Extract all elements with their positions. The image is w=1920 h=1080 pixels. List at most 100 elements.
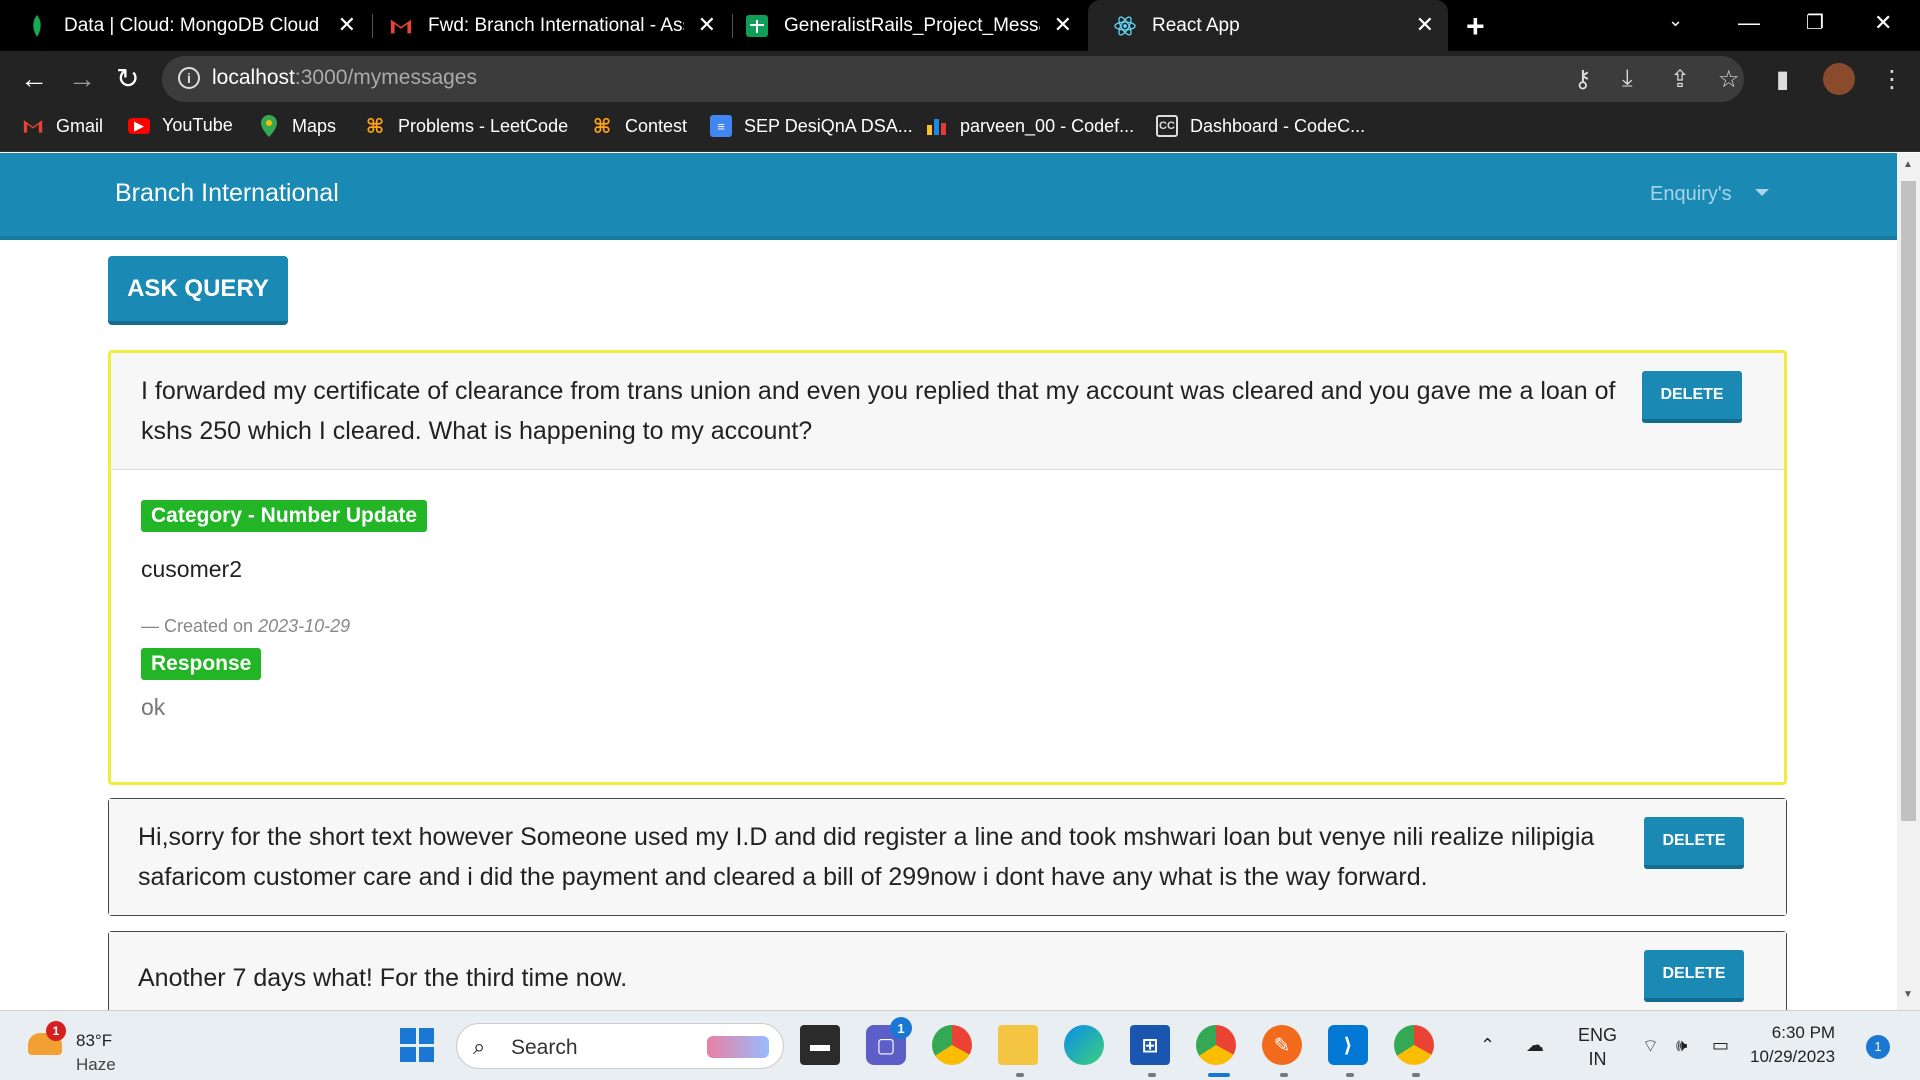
bookmark-label: YouTube <box>162 115 233 135</box>
bookmark-leetcode-problems[interactable]: ⌘ Problems - LeetCode <box>364 115 569 138</box>
search-highlight-icon <box>707 1036 769 1058</box>
bookmark-codeforces[interactable]: parveen_00 - Codef... <box>926 115 1134 137</box>
tab-gmail[interactable]: Fwd: Branch International - Assig ✕ <box>364 0 730 51</box>
tab-title: Fwd: Branch International - Assig <box>428 14 684 36</box>
tab-title: React App <box>1152 14 1240 36</box>
response-text: ok <box>141 694 166 720</box>
message-header: I forwarded my certificate of clearance … <box>111 353 1784 470</box>
address-bar[interactable]: i localhost:3000/mymessages <box>162 56 1744 102</box>
site-info-icon[interactable]: i <box>178 67 200 89</box>
bookmark-sep-desiqna[interactable]: ≡ SEP DesiQnA DSA... <box>710 115 913 137</box>
new-tab-button[interactable]: + <box>1466 8 1485 45</box>
battery-icon[interactable]: ▭ <box>1712 1035 1729 1056</box>
leetcode-icon: ⌘ <box>592 115 612 138</box>
brand-title[interactable]: Branch International <box>115 179 339 208</box>
tab-search-icon[interactable]: ⌄ <box>1668 10 1683 31</box>
bookmark-gmail[interactable]: Gmail <box>22 115 103 137</box>
response-badge: Response <box>141 648 262 680</box>
start-windows-icon[interactable] <box>400 1028 434 1062</box>
menu-kebab-icon[interactable]: ⋮ <box>1880 65 1904 94</box>
react-icon <box>1114 15 1136 37</box>
close-window-icon[interactable]: ✕ <box>1874 10 1892 36</box>
close-tab-icon[interactable]: ✕ <box>698 14 716 36</box>
page-scrollbar[interactable]: ▲ ▼ <box>1897 153 1920 1010</box>
bookmark-label: Gmail <box>56 115 104 136</box>
vscode-icon[interactable]: ⟩ <box>1328 1025 1368 1065</box>
edge-icon[interactable] <box>1064 1025 1104 1065</box>
maps-icon <box>258 115 280 137</box>
wifi-icon[interactable]: ⌔ <box>1642 1035 1659 1058</box>
clock-time: 6:30 PM <box>1771 1023 1836 1042</box>
system-clock[interactable]: 6:30 PM 10/29/2023 <box>1750 1021 1835 1069</box>
app-navbar: Branch International Enquiry's <box>0 153 1897 240</box>
created-date-value: 2023-10-29 <box>258 616 351 636</box>
volume-icon[interactable]: 🕪 <box>1676 1035 1687 1056</box>
browser-toolbar: ← → ↻ i localhost:3000/mymessages ⚷ ⤓ ⇪ … <box>0 51 1920 107</box>
taskbar-search[interactable]: ⌕ Search <box>456 1023 784 1069</box>
tab-mongodb[interactable]: Data | Cloud: MongoDB Cloud ✕ <box>0 0 370 51</box>
bookmark-leetcode-contest[interactable]: ⌘ Contest <box>591 115 688 138</box>
chevron-up-icon[interactable]: ⌃ <box>1480 1035 1495 1056</box>
forward-icon[interactable]: → <box>68 61 96 97</box>
reload-icon[interactable]: ↻ <box>116 61 139 97</box>
windows-taskbar: 1 83°F Haze ⌕ Search ▬ ▢ 1 ⊞ ✎ ⟩ ⌃ ☁ ENG… <box>0 1010 1920 1080</box>
bookmark-label: Contest <box>625 115 688 136</box>
tab-react-app[interactable]: React App ✕ <box>1088 0 1448 51</box>
category-badge: Category - Number Update <box>141 500 428 532</box>
onedrive-cloud-icon[interactable]: ☁ <box>1526 1035 1544 1056</box>
bookmark-codechef[interactable]: CC Dashboard - CodeC... <box>1156 115 1365 137</box>
gmail-icon <box>22 115 44 137</box>
bookmark-youtube[interactable]: ▶ YouTube <box>128 115 233 136</box>
minimize-icon[interactable]: — <box>1738 10 1760 36</box>
profile-avatar[interactable] <box>1823 63 1855 95</box>
message-text: Hi,sorry for the short text however Some… <box>138 823 1595 891</box>
weather-temp: 83°F <box>76 1031 113 1050</box>
delete-button[interactable]: DELETE <box>1642 371 1742 423</box>
message-header: Hi,sorry for the short text however Some… <box>109 799 1786 915</box>
bookmark-label: Dashboard - CodeC... <box>1190 115 1366 136</box>
url-path: :3000/mymessages <box>294 66 477 89</box>
url-text[interactable]: localhost:3000/mymessages <box>212 66 477 90</box>
ask-query-button[interactable]: ASK QUERY <box>108 256 288 325</box>
close-tab-icon[interactable]: ✕ <box>1054 14 1072 36</box>
terminal-icon[interactable]: ▬ <box>800 1025 840 1065</box>
chrome-profile-icon[interactable] <box>1196 1025 1236 1065</box>
side-panel-icon[interactable]: ▮ <box>1776 65 1789 94</box>
tab-sheets[interactable]: GeneralistRails_Project_Message ✕ <box>720 0 1086 51</box>
share-icon[interactable]: ⇪ <box>1670 65 1690 94</box>
weather-badge: 1 <box>46 1021 66 1041</box>
close-tab-icon[interactable]: ✕ <box>338 14 356 36</box>
notification-badge[interactable]: 1 <box>1866 1035 1890 1059</box>
bookmark-maps[interactable]: Maps <box>258 115 336 137</box>
bookmark-label: Problems - LeetCode <box>398 115 569 136</box>
back-icon[interactable]: ← <box>20 61 48 97</box>
scrollbar-thumb[interactable] <box>1901 181 1916 821</box>
search-label: Search <box>511 1036 578 1059</box>
install-app-icon[interactable]: ⤓ <box>1622 65 1633 93</box>
caret-down-icon[interactable] <box>1755 189 1769 196</box>
delete-button[interactable]: DELETE <box>1644 817 1744 869</box>
scroll-down-icon[interactable]: ▼ <box>1903 989 1913 1000</box>
chrome-alt-icon[interactable] <box>1394 1025 1434 1065</box>
language-indicator[interactable]: ENG IN <box>1578 1023 1617 1071</box>
running-indicator <box>1016 1073 1024 1077</box>
bookmark-star-icon[interactable]: ☆ <box>1718 65 1740 94</box>
delete-button[interactable]: DELETE <box>1644 950 1744 1002</box>
gmail-icon <box>390 15 412 37</box>
browser-tab-strip: Data | Cloud: MongoDB Cloud ✕ Fwd: Branc… <box>0 0 1920 51</box>
close-tab-icon[interactable]: ✕ <box>1416 14 1434 36</box>
bookmark-label: parveen_00 - Codef... <box>960 115 1135 136</box>
restore-icon[interactable]: ❐ <box>1806 10 1824 35</box>
store-icon[interactable]: ⊞ <box>1130 1025 1170 1065</box>
message-card: Hi,sorry for the short text however Some… <box>108 798 1787 916</box>
running-indicator <box>1280 1073 1288 1077</box>
enquiry-menu[interactable]: Enquiry's <box>1650 183 1732 206</box>
file-explorer-icon[interactable] <box>998 1025 1038 1065</box>
password-key-icon[interactable]: ⚷ <box>1574 65 1592 94</box>
page-viewport: Branch International Enquiry's ASK QUERY… <box>0 153 1897 1010</box>
tab-title: Data | Cloud: MongoDB Cloud <box>64 14 320 36</box>
scroll-up-icon[interactable]: ▲ <box>1903 159 1913 170</box>
postman-icon[interactable]: ✎ <box>1262 1025 1302 1065</box>
chrome-icon[interactable] <box>932 1025 972 1065</box>
created-date: — Created on 2023-10-29 <box>141 616 350 637</box>
